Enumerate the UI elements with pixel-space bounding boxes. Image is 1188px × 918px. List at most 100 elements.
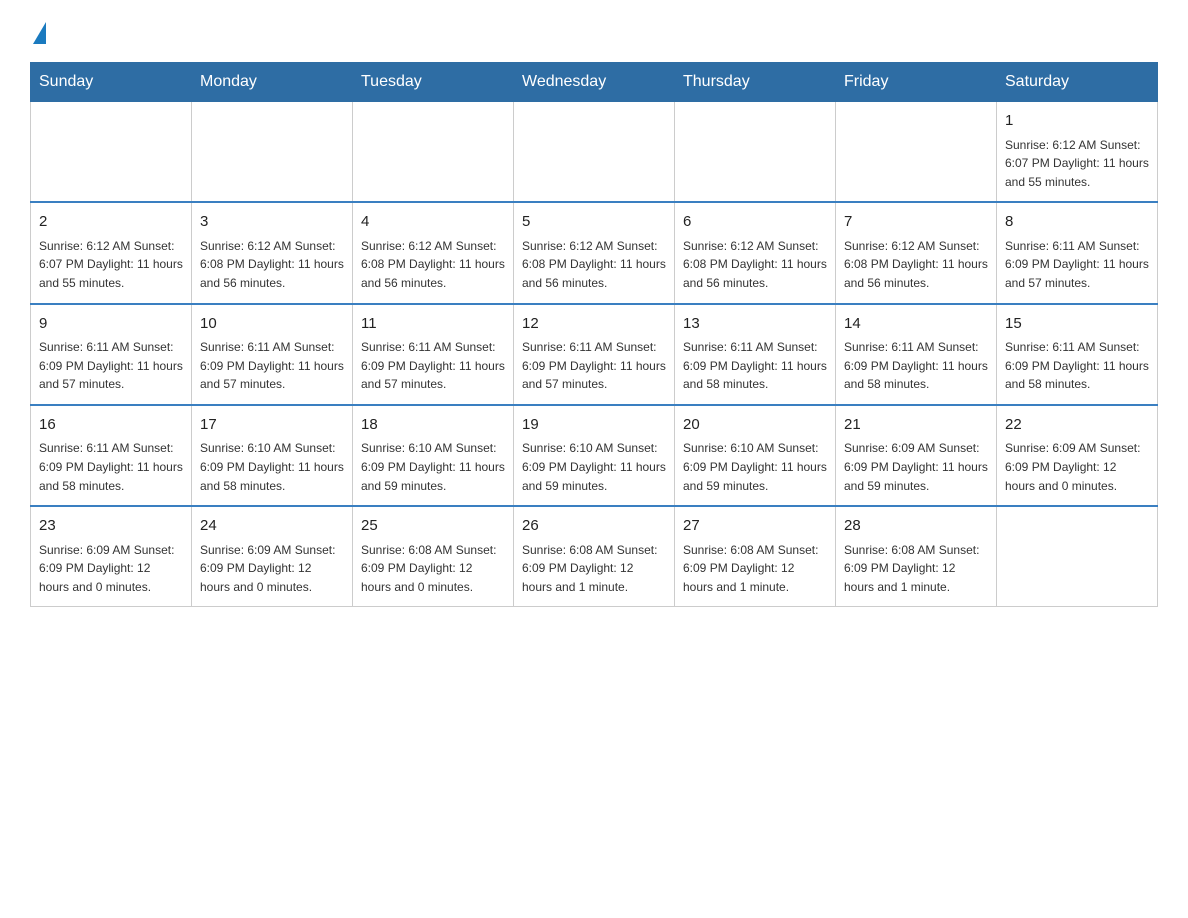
calendar-cell: 26 Sunrise: 6:08 AM Sunset: 6:09 PM Dayli… [514,506,675,607]
calendar-cell: 20Sunrise: 6:10 AM Sunset: 6:09 PM Dayli… [675,405,836,506]
day-number: 10 [200,313,344,336]
calendar-cell: 14Sunrise: 6:11 AM Sunset: 6:09 PM Dayli… [836,304,997,405]
day-number: 18 [361,414,505,437]
day-info: Sunrise: 6:11 AM Sunset: 6:09 PM Dayligh… [844,338,988,394]
day-of-week-header: Friday [836,63,997,102]
calendar-cell: 16Sunrise: 6:11 AM Sunset: 6:09 PM Dayli… [31,405,192,506]
calendar-cell: 21Sunrise: 6:09 AM Sunset: 6:09 PM Dayli… [836,405,997,506]
day-info: Sunrise: 6:10 AM Sunset: 6:09 PM Dayligh… [361,439,505,495]
day-info: Sunrise: 6:08 AM Sunset: 6:09 PM Dayligh… [361,541,505,597]
calendar-table: SundayMondayTuesdayWednesdayThursdayFrid… [30,62,1158,607]
calendar-cell: 13Sunrise: 6:11 AM Sunset: 6:09 PM Dayli… [675,304,836,405]
day-number: 12 [522,313,666,336]
calendar-cell: 12Sunrise: 6:11 AM Sunset: 6:09 PM Dayli… [514,304,675,405]
calendar-cell: 4 Sunrise: 6:12 AM Sunset: 6:08 PM Daylig… [353,202,514,303]
day-info: Sunrise: 6:12 AM Sunset: 6:08 PM Dayligh… [522,237,666,293]
day-number: 24 [200,515,344,538]
calendar-cell [997,506,1158,607]
calendar-week-row: 9Sunrise: 6:11 AM Sunset: 6:09 PM Daylig… [31,304,1158,405]
calendar-cell [353,102,514,203]
day-info: Sunrise: 6:10 AM Sunset: 6:09 PM Dayligh… [522,439,666,495]
day-number: 25 [361,515,505,538]
day-number: 2 [39,211,183,234]
calendar-week-row: 1Sunrise: 6:12 AM Sunset: 6:07 PM Daylig… [31,102,1158,203]
calendar-cell: 18Sunrise: 6:10 AM Sunset: 6:09 PM Dayli… [353,405,514,506]
calendar-cell: 23 Sunrise: 6:09 AM Sunset: 6:09 PM Dayli… [31,506,192,607]
day-info: Sunrise: 6:11 AM Sunset: 6:09 PM Dayligh… [1005,338,1149,394]
day-info: Sunrise: 6:09 AM Sunset: 6:09 PM Dayligh… [39,541,183,597]
calendar-cell: 17Sunrise: 6:10 AM Sunset: 6:09 PM Dayli… [192,405,353,506]
calendar-week-row: 23 Sunrise: 6:09 AM Sunset: 6:09 PM Dayli… [31,506,1158,607]
day-number: 16 [39,414,183,437]
day-number: 11 [361,313,505,336]
day-info: Sunrise: 6:08 AM Sunset: 6:09 PM Dayligh… [844,541,988,597]
day-number: 9 [39,313,183,336]
calendar-week-row: 16Sunrise: 6:11 AM Sunset: 6:09 PM Dayli… [31,405,1158,506]
day-info: Sunrise: 6:12 AM Sunset: 6:08 PM Dayligh… [200,237,344,293]
day-number: 26 [522,515,666,538]
logo-triangle-icon [33,22,46,44]
calendar-cell [675,102,836,203]
day-info: Sunrise: 6:12 AM Sunset: 6:08 PM Dayligh… [683,237,827,293]
day-of-week-header: Thursday [675,63,836,102]
day-of-week-header: Tuesday [353,63,514,102]
day-info: Sunrise: 6:11 AM Sunset: 6:09 PM Dayligh… [683,338,827,394]
day-of-week-header: Sunday [31,63,192,102]
calendar-cell: 22Sunrise: 6:09 AM Sunset: 6:09 PM Dayli… [997,405,1158,506]
day-number: 1 [1005,110,1149,133]
calendar-cell: 7 Sunrise: 6:12 AM Sunset: 6:08 PM Daylig… [836,202,997,303]
day-number: 14 [844,313,988,336]
calendar-cell: 25 Sunrise: 6:08 AM Sunset: 6:09 PM Dayli… [353,506,514,607]
day-number: 17 [200,414,344,437]
logo [30,20,46,44]
calendar-cell: 5 Sunrise: 6:12 AM Sunset: 6:08 PM Daylig… [514,202,675,303]
day-number: 21 [844,414,988,437]
day-number: 19 [522,414,666,437]
day-number: 28 [844,515,988,538]
day-number: 13 [683,313,827,336]
calendar-cell: 9Sunrise: 6:11 AM Sunset: 6:09 PM Daylig… [31,304,192,405]
day-number: 5 [522,211,666,234]
calendar-cell: 19Sunrise: 6:10 AM Sunset: 6:09 PM Dayli… [514,405,675,506]
day-of-week-header: Wednesday [514,63,675,102]
day-info: Sunrise: 6:12 AM Sunset: 6:08 PM Dayligh… [361,237,505,293]
calendar-cell: 11Sunrise: 6:11 AM Sunset: 6:09 PM Dayli… [353,304,514,405]
calendar-cell: 27Sunrise: 6:08 AM Sunset: 6:09 PM Dayli… [675,506,836,607]
day-of-week-header: Monday [192,63,353,102]
day-number: 15 [1005,313,1149,336]
calendar-cell [31,102,192,203]
day-of-week-header: Saturday [997,63,1158,102]
day-info: Sunrise: 6:12 AM Sunset: 6:07 PM Dayligh… [39,237,183,293]
day-number: 23 [39,515,183,538]
day-number: 4 [361,211,505,234]
day-number: 27 [683,515,827,538]
calendar-week-row: 2 Sunrise: 6:12 AM Sunset: 6:07 PM Daylig… [31,202,1158,303]
day-info: Sunrise: 6:10 AM Sunset: 6:09 PM Dayligh… [200,439,344,495]
calendar-cell: 6Sunrise: 6:12 AM Sunset: 6:08 PM Daylig… [675,202,836,303]
day-info: Sunrise: 6:09 AM Sunset: 6:09 PM Dayligh… [200,541,344,597]
day-info: Sunrise: 6:11 AM Sunset: 6:09 PM Dayligh… [39,439,183,495]
calendar-cell: 28 Sunrise: 6:08 AM Sunset: 6:09 PM Dayli… [836,506,997,607]
calendar-cell: 10Sunrise: 6:11 AM Sunset: 6:09 PM Dayli… [192,304,353,405]
day-info: Sunrise: 6:09 AM Sunset: 6:09 PM Dayligh… [844,439,988,495]
calendar-cell: 3 Sunrise: 6:12 AM Sunset: 6:08 PM Daylig… [192,202,353,303]
day-number: 8 [1005,211,1149,234]
calendar-cell: 8 Sunrise: 6:11 AM Sunset: 6:09 PM Daylig… [997,202,1158,303]
day-number: 22 [1005,414,1149,437]
day-info: Sunrise: 6:11 AM Sunset: 6:09 PM Dayligh… [1005,237,1149,293]
day-number: 7 [844,211,988,234]
day-info: Sunrise: 6:11 AM Sunset: 6:09 PM Dayligh… [200,338,344,394]
day-info: Sunrise: 6:11 AM Sunset: 6:09 PM Dayligh… [522,338,666,394]
calendar-cell: 15Sunrise: 6:11 AM Sunset: 6:09 PM Dayli… [997,304,1158,405]
calendar-cell: 24 Sunrise: 6:09 AM Sunset: 6:09 PM Dayli… [192,506,353,607]
calendar-cell [192,102,353,203]
day-info: Sunrise: 6:08 AM Sunset: 6:09 PM Dayligh… [522,541,666,597]
calendar-header-row: SundayMondayTuesdayWednesdayThursdayFrid… [31,63,1158,102]
day-info: Sunrise: 6:12 AM Sunset: 6:08 PM Dayligh… [844,237,988,293]
calendar-cell: 1Sunrise: 6:12 AM Sunset: 6:07 PM Daylig… [997,102,1158,203]
day-number: 3 [200,211,344,234]
calendar-cell [836,102,997,203]
page-header [30,20,1158,44]
day-info: Sunrise: 6:10 AM Sunset: 6:09 PM Dayligh… [683,439,827,495]
day-info: Sunrise: 6:11 AM Sunset: 6:09 PM Dayligh… [39,338,183,394]
